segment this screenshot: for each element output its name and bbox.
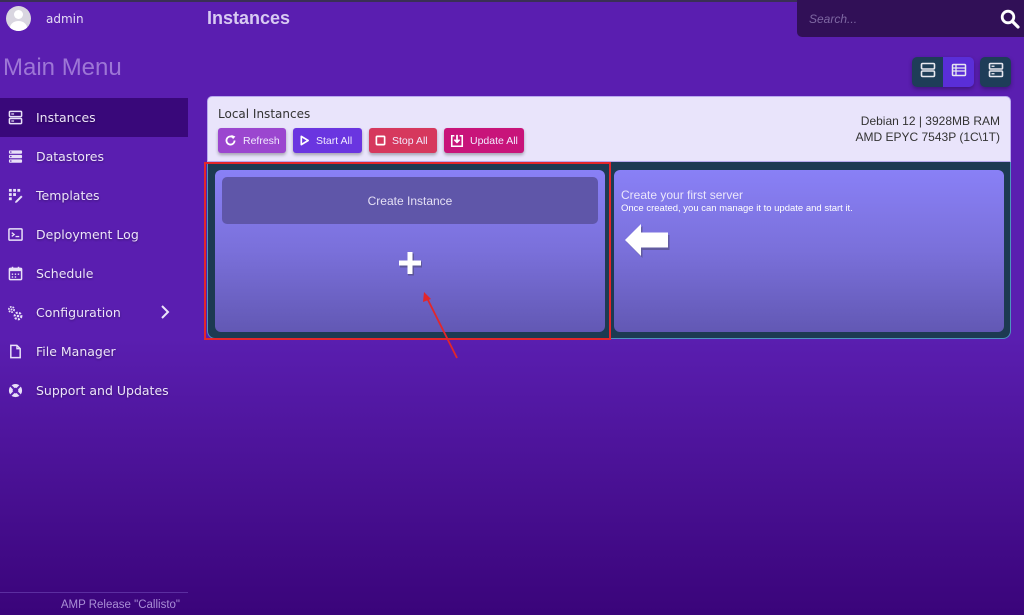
refresh-button[interactable]: Refresh [218,128,286,153]
plus-icon[interactable] [397,250,423,280]
play-icon [299,135,310,146]
list-view-button[interactable] [943,57,974,87]
download-box-icon [450,134,464,148]
view-mode-toggle [912,57,974,87]
update-all-button[interactable]: Update All [444,128,524,153]
create-instance-card[interactable]: Create Instance [215,170,605,332]
sidebar-item-label: File Manager [36,344,116,359]
templates-icon [7,188,23,204]
info-title: Create your first server [621,188,744,202]
list-view-icon [951,62,967,82]
page-title: Instances [207,8,291,28]
server-view-icon [988,62,1004,82]
sidebar-divider [0,592,188,593]
rows-view-button[interactable] [912,57,943,87]
stop-icon [375,135,386,146]
local-instances-panel: Local Instances Refresh Start All Stop A… [207,96,1011,339]
os-ram-info: Debian 12 | 3928MB RAM [860,114,1000,128]
search-input[interactable] [797,11,987,26]
refresh-label: Refresh [243,134,280,147]
system-info: Debian 12 | 3928MB RAM AMD EPYC 7543P (1… [856,113,1001,145]
main-nav: Instances Datastores Templates Deploymen… [0,98,188,410]
sidebar-item-templates[interactable]: Templates [0,176,188,215]
release-label: AMP Release "Callisto" [60,599,180,611]
stop-all-button[interactable]: Stop All [369,128,437,153]
action-buttons: Refresh Start All Stop All Update All [218,128,524,153]
chevron-right-icon[interactable] [160,304,170,324]
sidebar-item-label: Configuration [36,305,121,320]
info-subtitle: Once created, you can manage it to updat… [621,203,853,214]
sidebar-item-label: Datastores [36,149,104,164]
start-all-label: Start All [316,134,353,147]
arrow-left-icon [623,222,671,262]
search-icon[interactable] [1000,9,1020,33]
panel-title: Local Instances [218,107,311,121]
sidebar-item-support-and-updates[interactable]: Support and Updates [0,371,188,410]
sidebar-item-schedule[interactable]: Schedule [0,254,188,293]
create-instance-button[interactable]: Create Instance [222,177,598,224]
refresh-icon [224,134,237,147]
gears-icon [7,305,23,321]
sidebar-item-file-manager[interactable]: File Manager [0,332,188,371]
panel-header: Local Instances Refresh Start All Stop A… [207,96,1011,162]
menu-title: Main Menu [3,54,122,81]
start-all-button[interactable]: Start All [293,128,362,153]
calendar-icon [7,266,23,282]
lifebuoy-icon [7,383,23,399]
search-bar [797,0,1024,37]
instances-area: Create Instance Create your first server… [207,162,1011,339]
datastore-icon [7,149,23,165]
sidebar-item-label: Deployment Log [36,227,139,242]
sidebar-item-label: Instances [36,110,96,125]
cpu-info: AMD EPYC 7543P (1C\1T) [855,130,1001,144]
server-icon [7,110,23,126]
sidebar: admin Main Menu Instances Datastores Tem… [0,0,188,615]
update-all-label: Update All [470,134,518,147]
file-icon [7,344,23,360]
terminal-icon [7,227,23,243]
sidebar-item-label: Support and Updates [36,383,169,398]
user-profile[interactable]: admin [6,6,84,31]
avatar[interactable] [6,6,31,31]
sidebar-item-label: Templates [36,188,100,203]
stop-all-label: Stop All [392,134,428,147]
sidebar-item-datastores[interactable]: Datastores [0,137,188,176]
sidebar-item-label: Schedule [36,266,94,281]
server-view-button[interactable] [980,57,1011,87]
username: admin [46,11,84,26]
sidebar-item-configuration[interactable]: Configuration [0,293,188,332]
rows-view-icon [920,62,936,82]
sidebar-item-deployment-log[interactable]: Deployment Log [0,215,188,254]
sidebar-item-instances[interactable]: Instances [0,98,188,137]
first-server-info-card: Create your first server Once created, y… [614,170,1004,332]
